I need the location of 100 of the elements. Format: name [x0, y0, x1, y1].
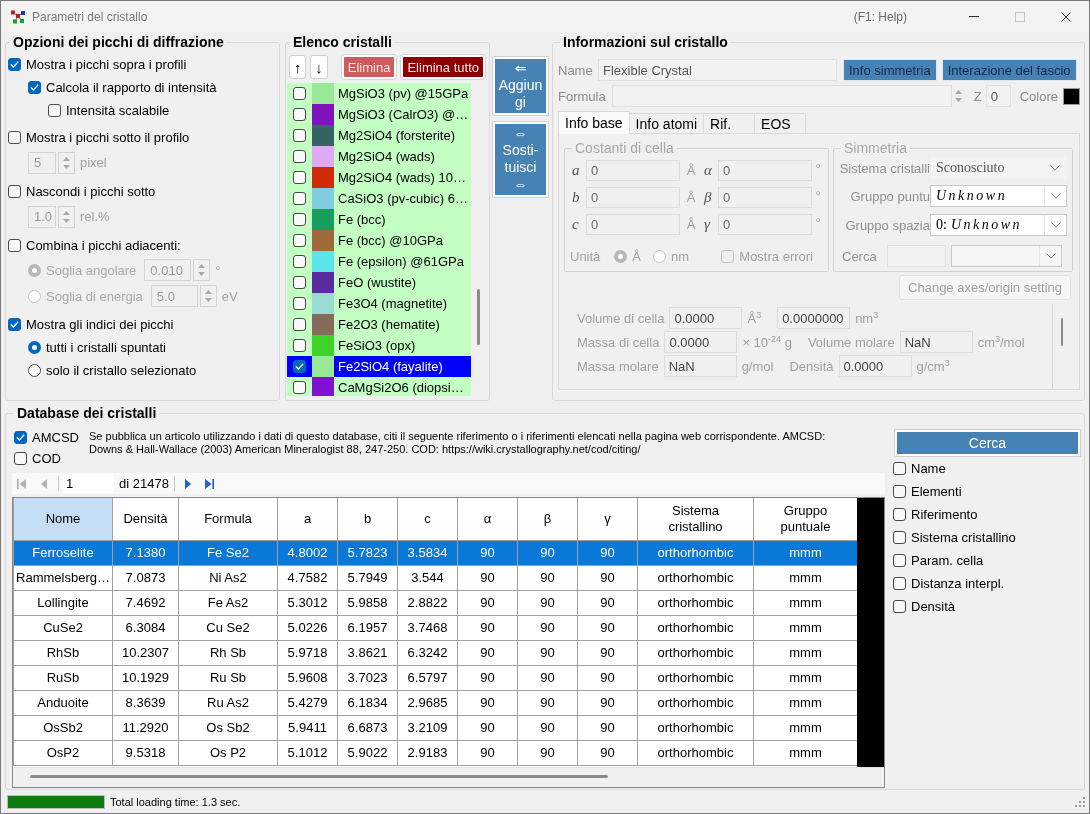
- list-item[interactable]: CaMgSi2O6 (diopsi…: [287, 377, 472, 396]
- list-item[interactable]: MgSiO3 (pv) @15GPa: [287, 83, 472, 104]
- checkbox[interactable]: [293, 234, 306, 247]
- list-item[interactable]: FeO (wustite): [287, 272, 472, 293]
- checkbox[interactable]: [293, 360, 306, 373]
- table-cell: Rh Sb: [178, 640, 278, 665]
- chevron-down-icon: [1049, 165, 1060, 171]
- list-item[interactable]: Fe (bcc): [287, 209, 472, 230]
- list-item[interactable]: Fe3O4 (magnetite): [287, 293, 472, 314]
- checkbox[interactable]: [893, 600, 906, 613]
- list-item[interactable]: Fe (bcc) @10GPa: [287, 230, 472, 251]
- table-row[interactable]: OsP2 9.5318 Os P2 5.1012 5.9022 2.9183 90 90 90 orthorhombic mmm: [13, 740, 858, 765]
- close-icon[interactable]: [1061, 11, 1071, 22]
- checkbox[interactable]: [293, 213, 306, 226]
- action-button[interactable]: ⇔ Sosti-tuisci ⇔: [493, 122, 548, 197]
- info-button[interactable]: Info simmetria: [844, 60, 936, 80]
- move-button[interactable]: ↓: [310, 55, 328, 79]
- column-header[interactable]: Formula: [178, 498, 278, 540]
- name-field[interactable]: Flexible Crystal: [598, 59, 837, 81]
- checkbox[interactable]: [293, 192, 306, 205]
- resize-grip-icon[interactable]: [1074, 796, 1085, 807]
- list-item[interactable]: FeSiO3 (opx): [287, 335, 472, 356]
- checkbox[interactable]: [8, 58, 21, 71]
- move-button[interactable]: ↑: [289, 55, 307, 79]
- list-item[interactable]: Fe2SiO4 (fayalite): [287, 356, 472, 377]
- triangle-right-icon[interactable]: [184, 478, 191, 489]
- table-row[interactable]: OsSb2 11.2920 Os Sb2 5.9411 6.6873 3.2109 90 90 90 orthorhombic mmm: [13, 715, 858, 740]
- radio-button[interactable]: [28, 364, 41, 377]
- table-cell: 90: [457, 715, 518, 740]
- action-button[interactable]: ⇐ Aggiungi: [493, 57, 548, 115]
- list-item[interactable]: Fe2O3 (hematite): [287, 314, 472, 335]
- unit-label: °: [814, 214, 822, 230]
- tab[interactable]: Info base: [558, 111, 630, 134]
- list-item[interactable]: CaSiO3 (pv-cubic) 6…: [287, 188, 472, 209]
- z-field[interactable]: 0: [985, 85, 1011, 107]
- checkbox[interactable]: [14, 431, 27, 444]
- list-item[interactable]: Mg2SiO4 (wads) 10…: [287, 167, 472, 188]
- checkbox[interactable]: [28, 81, 41, 94]
- checkbox[interactable]: [8, 185, 21, 198]
- checkbox[interactable]: [293, 276, 306, 289]
- column-header[interactable]: c: [397, 498, 458, 540]
- table-row[interactable]: RuSb 10.1929 Ru Sb 5.9608 3.7023 6.5797 90 90 90 orthorhombic mmm: [13, 665, 858, 690]
- checkbox[interactable]: [893, 485, 906, 498]
- column-header[interactable]: β: [517, 498, 578, 540]
- table-row[interactable]: CuSe2 6.3084 Cu Se2 5.0226 6.1957 3.7468 90 90 90 orthorhombic mmm: [13, 615, 858, 640]
- checkbox[interactable]: [293, 87, 306, 100]
- citation-text: Se pubblica un articolo utilizzando i dati di questo database, citi il seguente riferimento o i riferimenti elencati nella pagina web corrispondente. AMCSD: Downs & Hall-Wallace (2003) American Mineralogist 88, 247-250. COD: https://wiki.crystallography.net/cod/citing/: [89, 430, 827, 457]
- table-row[interactable]: Lollingite 7.4692 Fe As2 5.3012 5.9858 2.8822 90 90 90 orthorhombic mmm: [13, 590, 858, 615]
- list-item[interactable]: Fe (epsilon) @61GPa: [287, 251, 472, 272]
- table-cell: 90: [577, 715, 638, 740]
- table-cell: 10.2307: [112, 640, 179, 665]
- checkbox[interactable]: [293, 108, 306, 121]
- checkbox[interactable]: [293, 339, 306, 352]
- checkbox[interactable]: [8, 318, 21, 331]
- checkbox[interactable]: [48, 104, 61, 117]
- column-header[interactable]: Gruppo puntuale: [753, 498, 858, 540]
- checkbox[interactable]: [8, 131, 21, 144]
- search-button[interactable]: Cerca: [895, 430, 1080, 456]
- checkbox[interactable]: [14, 452, 27, 465]
- group-title: Opzioni dei picchi di diffrazione: [12, 34, 225, 51]
- column-header[interactable]: α: [457, 498, 518, 540]
- list-item[interactable]: Mg2SiO4 (wads): [287, 146, 472, 167]
- delete-button[interactable]: Elimina tutto: [401, 55, 485, 79]
- checkbox[interactable]: [293, 150, 306, 163]
- checkbox[interactable]: [293, 297, 306, 310]
- table-row[interactable]: RhSb 10.2307 Rh Sb 5.9718 3.8621 6.3242 90 90 90 orthorhombic mmm: [13, 640, 858, 665]
- page-field[interactable]: 1: [63, 474, 113, 493]
- checkbox[interactable]: [293, 318, 306, 331]
- table-row[interactable]: Anduoite 8.3639 Ru As2 5.4279 6.1834 2.9685 90 90 90 orthorhombic mmm: [13, 690, 858, 715]
- radio-button[interactable]: [28, 341, 41, 354]
- checkbox[interactable]: [293, 381, 306, 394]
- scrollbar-thumb[interactable]: [30, 775, 608, 778]
- checkbox[interactable]: [8, 239, 21, 252]
- group-title: Elenco cristalli: [292, 34, 393, 51]
- column-header[interactable]: γ: [577, 498, 638, 540]
- tab[interactable]: EOS: [754, 113, 807, 134]
- skip-to-end-icon[interactable]: [205, 478, 215, 489]
- checkbox[interactable]: [893, 462, 906, 475]
- column-header[interactable]: a: [277, 498, 338, 540]
- checkbox[interactable]: [893, 577, 906, 590]
- color-swatch[interactable]: [1063, 87, 1080, 105]
- group-title: Costanti di cella: [574, 140, 675, 156]
- checkbox[interactable]: [293, 171, 306, 184]
- column-header[interactable]: b: [337, 498, 398, 540]
- list-item[interactable]: MgSiO3 (CalrO3) @…: [287, 104, 472, 125]
- checkbox[interactable]: [893, 508, 906, 521]
- info-button[interactable]: Interazione del fascio: [942, 60, 1076, 80]
- table-row[interactable]: Rammelsberg… 7.0873 Ni As2 4.7582 5.7949 3.544 90 90 90 orthorhombic mmm: [13, 565, 858, 590]
- checkbox[interactable]: [293, 255, 306, 268]
- scrollbar-thumb[interactable]: [477, 289, 481, 345]
- checkbox[interactable]: [893, 554, 906, 567]
- checkbox[interactable]: [893, 531, 906, 544]
- table-cell: orthorhombic: [637, 565, 754, 590]
- list-item[interactable]: Mg2SiO4 (forsterite): [287, 125, 472, 146]
- checkmark-icon: [10, 321, 19, 328]
- column-header[interactable]: Densità: [112, 498, 179, 540]
- checkbox[interactable]: [293, 129, 306, 142]
- column-header[interactable]: Sistema cristallino: [637, 498, 754, 540]
- table-row[interactable]: Ferroselite 7.1380 Fe Se2 4.8002 5.7823 3.5834 90 90 90 orthorhombic mmm: [13, 540, 858, 565]
- column-header[interactable]: Nome: [13, 498, 113, 540]
